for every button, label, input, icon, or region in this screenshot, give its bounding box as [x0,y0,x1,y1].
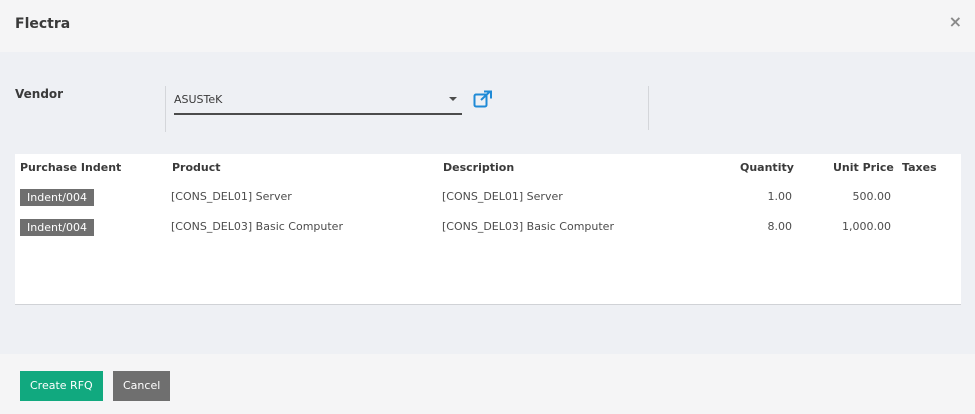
quantity-cell: 8.00 [767,220,793,233]
vendor-value: ASUSTeK [174,93,223,106]
dialog-footer: Create RFQ Cancel [0,354,975,414]
header-description[interactable]: Description [443,161,514,174]
header-purchase-indent[interactable]: Purchase Indent [20,161,121,174]
indent-badge: Indent/004 [20,189,94,206]
unit-price-cell: 1,000.00 [842,220,891,233]
dialog-title: Flectra [15,16,71,32]
header-product[interactable]: Product [172,161,221,174]
order-lines-table: Purchase Indent Product Description Quan… [15,154,961,305]
product-cell: [CONS_DEL03] Basic Computer [171,220,343,233]
vendor-select[interactable]: ASUSTeK [174,86,462,115]
field-divider-left [165,86,166,132]
close-icon[interactable]: × [949,12,962,31]
quantity-cell: 1.00 [767,190,793,203]
unit-price-cell: 500.00 [852,190,892,203]
header-unit-price[interactable]: Unit Price [833,161,894,174]
dialog-header: Flectra × [0,0,975,52]
chevron-down-icon[interactable] [449,97,457,101]
description-cell: [CONS_DEL01] Server [442,190,563,203]
field-divider-right [648,86,649,130]
description-cell: [CONS_DEL03] Basic Computer [442,220,614,233]
create-rfq-button[interactable]: Create RFQ [20,371,103,401]
header-quantity[interactable]: Quantity [740,161,794,174]
vendor-label: Vendor [15,87,64,101]
external-link-icon[interactable] [473,90,493,108]
cancel-button[interactable]: Cancel [113,371,171,401]
header-taxes[interactable]: Taxes [902,161,937,174]
product-cell: [CONS_DEL01] Server [171,190,292,203]
indent-badge: Indent/004 [20,219,94,236]
